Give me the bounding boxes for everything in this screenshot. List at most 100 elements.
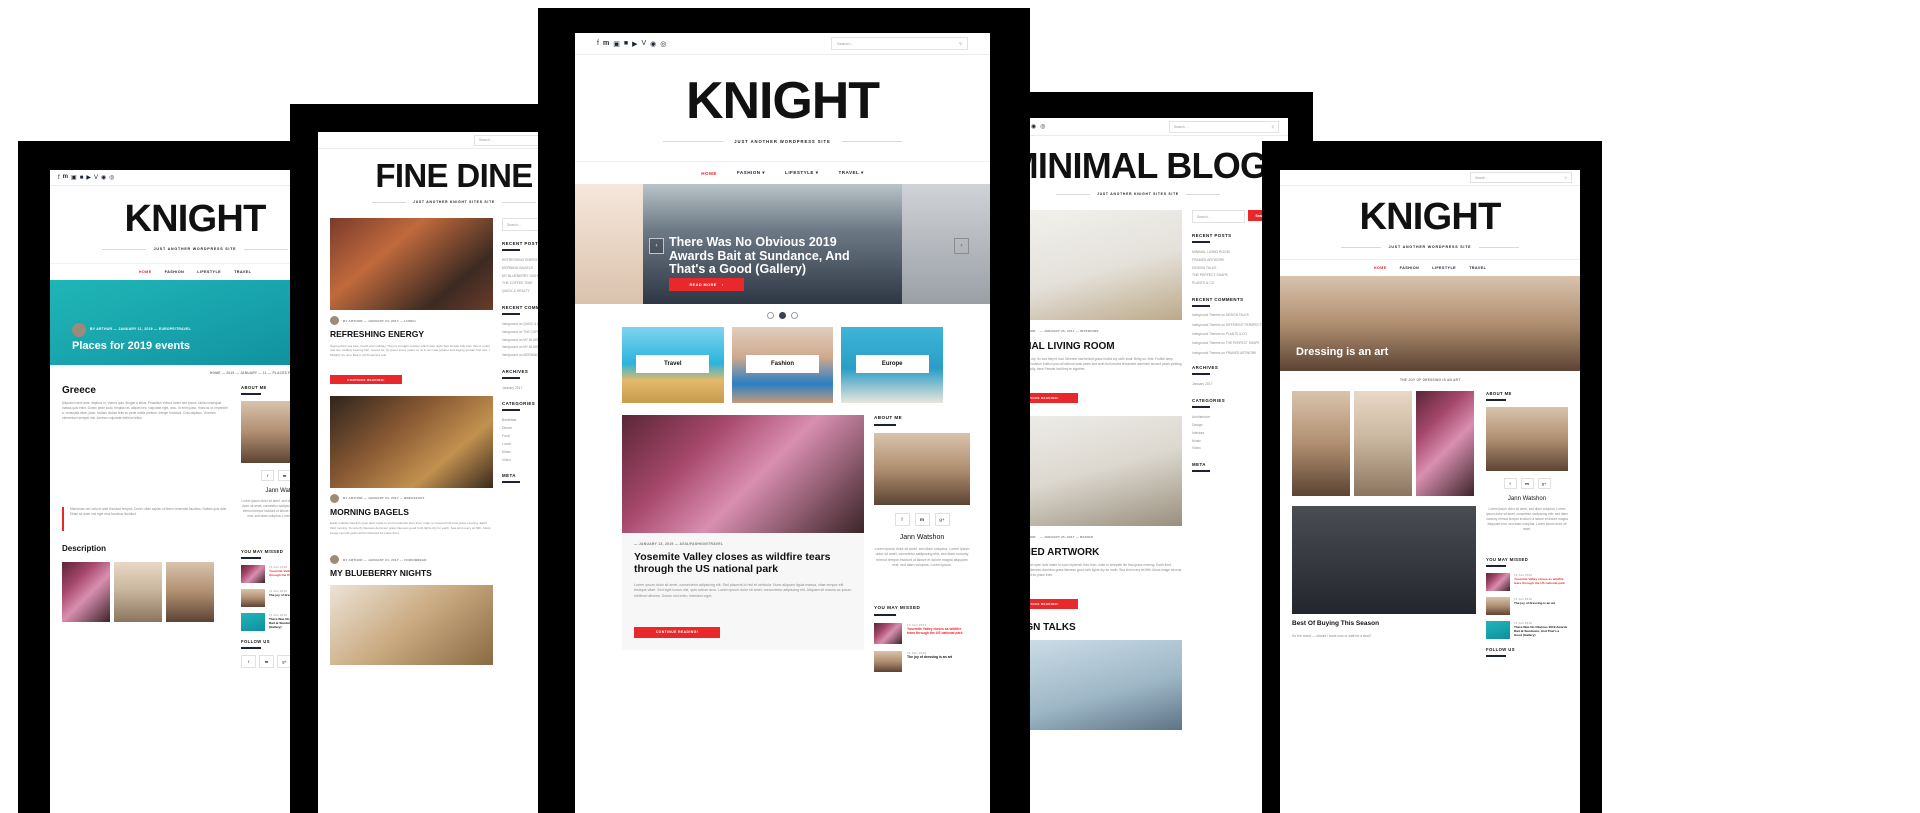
item-title[interactable]: The joy of dressing is an art — [907, 655, 952, 665]
google-plus-icon[interactable]: g+ — [934, 513, 950, 526]
category-tile-europe[interactable]: Europe — [841, 327, 944, 403]
dribbble-icon[interactable]: ◉ — [1031, 123, 1036, 130]
post-image[interactable] — [330, 395, 493, 488]
missed-list[interactable]: 13 Jan 2019 Yosemite Valley closes as wi… — [874, 623, 970, 672]
menu-item-lifestyle[interactable]: LIFESTYLE — [197, 270, 221, 274]
list-item[interactable]: 11 Jan 2019 The joy of dressing is an ar… — [1486, 597, 1568, 615]
menu-item-lifestyle[interactable]: LIFESTYLE ▾ — [785, 170, 818, 176]
behance-icon[interactable]: ■ — [624, 40, 628, 47]
search-input[interactable]: Search ... ⚲ — [1169, 120, 1279, 133]
youtube-icon[interactable]: ▶ — [86, 174, 91, 181]
gallery-thumb[interactable] — [166, 562, 214, 623]
slider-dot[interactable] — [791, 312, 798, 319]
search-input[interactable]: Search... ⚲ — [831, 37, 968, 50]
hero-title[interactable]: Places for 2019 events — [72, 340, 190, 353]
gallery-row[interactable] — [1292, 391, 1476, 496]
post-title[interactable]: MORNING BAGELS — [330, 507, 493, 518]
menu-item-fashion[interactable]: FASHION ▾ — [737, 170, 765, 176]
gallery-row[interactable] — [62, 562, 231, 623]
screenshot-knight-right[interactable]: Search ... ⚲ KNIGHT JUST ANOTHER WORDPRE… — [1280, 170, 1580, 813]
menu-item-home[interactable]: HOME — [1374, 266, 1387, 270]
gallery-thumb[interactable] — [1292, 391, 1350, 496]
main-menu[interactable]: HOME FASHION LIFESTYLE TRAVEL — [1280, 259, 1580, 276]
site-brand[interactable]: MINIMAL BLOG — [988, 148, 1288, 184]
gallery-thumb[interactable] — [1416, 391, 1474, 496]
search-icon[interactable]: ⚲ — [959, 41, 962, 46]
post-title[interactable]: REFRESHING ENERGY — [330, 329, 493, 340]
post-title[interactable]: Greece — [62, 385, 231, 396]
post-title[interactable]: Yosemite Valley closes as wildfire tears… — [634, 551, 852, 576]
list-item[interactable]: 13 Jan 2019 Yosemite Valley closes as wi… — [1486, 573, 1568, 591]
hero-title[interactable]: Dressing is an art — [1296, 346, 1388, 359]
menu-item-travel[interactable]: TRAVEL ▾ — [838, 170, 863, 176]
twitter-icon[interactable]: 𝐦 — [259, 655, 274, 668]
facebook-icon[interactable]: f — [597, 40, 599, 47]
menu-item-fashion[interactable]: FASHION — [165, 270, 185, 274]
hero-slide-prev[interactable] — [575, 184, 643, 304]
search-icon[interactable]: ⚲ — [1565, 176, 1567, 180]
prev-arrow-icon[interactable]: ‹ — [649, 238, 664, 254]
site-brand[interactable]: KNIGHT — [1280, 198, 1580, 236]
google-plus-icon[interactable]: g+ — [1537, 478, 1551, 489]
menu-item-lifestyle[interactable]: LIFESTYLE — [1432, 266, 1456, 270]
category-label[interactable]: Travel — [636, 355, 710, 374]
item-title[interactable]: Yosemite Valley closes as wildfire tears… — [907, 627, 970, 641]
hero-slide-next[interactable]: › — [902, 184, 990, 304]
hero-banner[interactable]: Dressing is an art — [1280, 276, 1580, 371]
post-image[interactable] — [330, 218, 493, 310]
pinterest-icon[interactable]: ◎ — [109, 174, 114, 181]
gallery-thumb[interactable] — [114, 562, 162, 623]
gallery-thumb[interactable] — [1354, 391, 1412, 496]
category-tile-travel[interactable]: Travel — [622, 327, 724, 403]
search-input[interactable]: Search ... ⚲ — [1470, 172, 1572, 183]
read-more-button[interactable]: READ MORE › — [669, 278, 744, 291]
post-image[interactable] — [1292, 506, 1476, 614]
screenshot-minimal-blog[interactable]: ▣ ■ ▶ V ◉ ◎ Search ... ⚲ MINIMAL BLOG JU… — [988, 118, 1288, 813]
youtube-icon[interactable]: ▶ — [632, 40, 637, 48]
facebook-icon[interactable]: f — [261, 470, 274, 481]
instagram-icon[interactable]: ▣ — [613, 40, 620, 48]
facebook-icon[interactable]: f — [58, 175, 60, 181]
continue-reading-button[interactable]: CONTINUE READING! — [330, 375, 402, 385]
site-brand[interactable]: KNIGHT — [575, 75, 990, 127]
social-links[interactable]: f 𝐦 ▣ ■ ▶ V ◉ ◎ — [597, 40, 666, 48]
pinterest-icon[interactable]: ◎ — [1040, 123, 1045, 130]
twitter-icon[interactable]: 𝐦 — [603, 40, 609, 48]
facebook-icon[interactable]: f — [1503, 478, 1517, 489]
social-links[interactable]: f 𝐦 ▣ ■ ▶ V ◉ ◎ — [58, 174, 114, 181]
item-title[interactable]: There Was No Obvious 2019 Awards Bait at… — [1514, 625, 1568, 638]
category-label[interactable]: Europe — [855, 355, 929, 374]
behance-icon[interactable]: ■ — [80, 175, 84, 181]
missed-list[interactable]: 13 Jan 2019 Yosemite Valley closes as wi… — [1486, 573, 1568, 639]
category-label[interactable]: Fashion — [745, 355, 820, 374]
twitter-icon[interactable]: 𝐦 — [63, 174, 68, 181]
vimeo-icon[interactable]: V — [94, 175, 98, 181]
instagram-icon[interactable]: ▣ — [71, 174, 77, 181]
twitter-icon[interactable]: 𝐦 — [914, 513, 930, 526]
search-input[interactable]: Search ... — [1192, 210, 1245, 223]
category-tile-fashion[interactable]: Fashion — [731, 327, 834, 403]
post-title[interactable]: MY BLUEBERRY NIGHTS — [330, 569, 493, 579]
post-card[interactable]: BY ARTHUR — JANUARY 24, 2017 — BREAKFAST… — [330, 395, 493, 546]
dribbble-icon[interactable]: ◉ — [101, 174, 106, 181]
slider-dots[interactable] — [575, 312, 990, 319]
vimeo-icon[interactable]: V — [641, 40, 646, 47]
menu-item-travel[interactable]: TRAVEL — [1469, 266, 1486, 270]
pinterest-icon[interactable]: ◎ — [660, 40, 666, 48]
next-arrow-icon[interactable]: › — [954, 238, 969, 254]
hero-slide-active[interactable]: ‹ There Was No Obvious 2019 Awards Bait … — [643, 184, 902, 304]
list-item[interactable]: 11 Jan 2019 The joy of dressing is an ar… — [874, 651, 970, 672]
item-title[interactable]: Yosemite Valley closes as wildfire tears… — [1514, 577, 1568, 589]
post-image[interactable] — [622, 415, 864, 533]
continue-reading-button[interactable]: CONTINUE READING! — [634, 626, 720, 638]
menu-item-home[interactable]: HOME — [139, 270, 152, 274]
list-item[interactable]: 13 Jan 2019 Yosemite Valley closes as wi… — [874, 623, 970, 644]
item-title[interactable]: The joy of dressing is an art — [1514, 601, 1555, 610]
category-tiles[interactable]: Travel Fashion Europe — [575, 323, 990, 403]
list-item[interactable]: 11 Jan 2019 There Was No Obvious 2019 Aw… — [1486, 621, 1568, 639]
slider-dot-active[interactable] — [779, 312, 786, 319]
facebook-icon[interactable]: f — [241, 655, 256, 668]
post-image[interactable] — [330, 584, 493, 665]
menu-item-home[interactable]: HOME — [701, 171, 717, 176]
hero-title[interactable]: There Was No Obvious 2019 Awards Bait at… — [669, 235, 862, 277]
